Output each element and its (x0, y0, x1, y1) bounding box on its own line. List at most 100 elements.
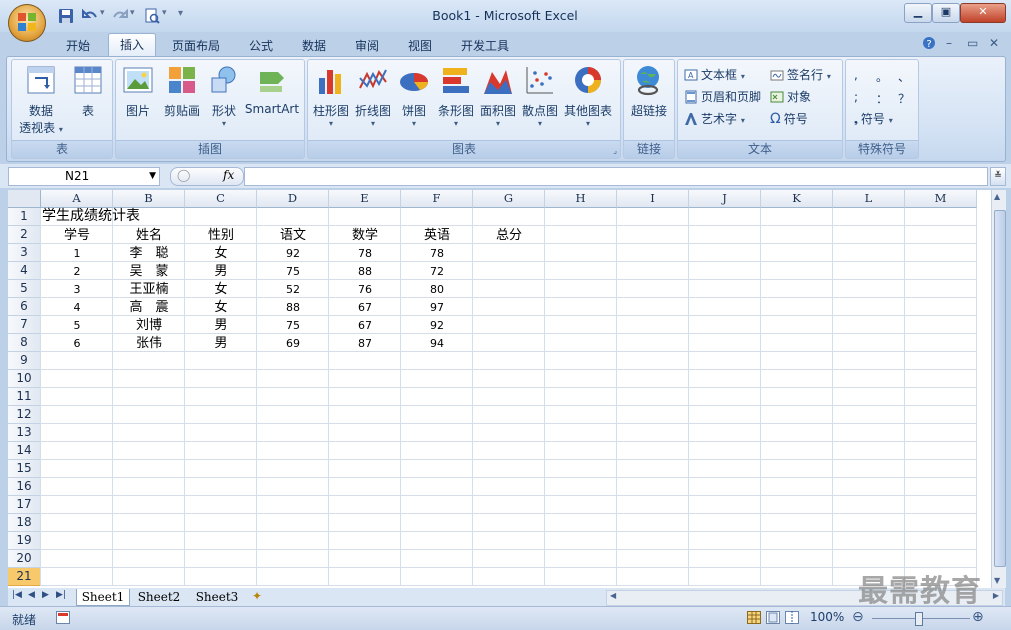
chinese-score-cell[interactable]: 69 (257, 335, 329, 352)
column-header[interactable]: L (833, 190, 905, 208)
customize-qat-icon[interactable]: ▾ (178, 8, 183, 19)
id-cell[interactable]: 3 (41, 281, 113, 298)
english-score-cell[interactable]: 72 (401, 263, 473, 280)
special-symbol-button[interactable]: ❟ 符号 ▾ (854, 110, 893, 127)
redo-icon[interactable] (112, 8, 128, 24)
line-chart-button[interactable]: 折线图 ▾ (354, 64, 392, 128)
id-cell[interactable]: 1 (41, 245, 113, 262)
column-header[interactable]: D (257, 190, 329, 208)
last-sheet-icon[interactable]: ▶| (56, 590, 66, 600)
restore-button[interactable]: ▣ (932, 3, 960, 23)
id-cell[interactable]: 4 (41, 299, 113, 316)
chinese-score-cell[interactable]: 88 (257, 299, 329, 316)
charts-dialog-launcher-icon[interactable]: ⌟ (613, 146, 617, 155)
column-header[interactable]: I (617, 190, 689, 208)
chinese-score-cell[interactable]: 75 (257, 317, 329, 334)
english-score-cell[interactable]: 92 (401, 317, 473, 334)
minimize-button[interactable]: ▁ (904, 3, 932, 23)
clipart-button[interactable]: 剪贴画 (160, 64, 204, 119)
symbol-question[interactable]: ？ (898, 90, 910, 107)
smartart-button[interactable]: SmartArt (244, 64, 300, 116)
math-score-cell[interactable]: 78 (329, 245, 401, 262)
math-score-cell[interactable]: 67 (329, 299, 401, 316)
hyperlink-button[interactable]: 超链接 (626, 64, 672, 119)
textbox-button[interactable]: A 文本框 ▾ (684, 66, 745, 83)
area-chart-button[interactable]: 面积图 ▾ (478, 64, 518, 128)
header-footer-button[interactable]: 页眉和页脚 (684, 88, 761, 105)
row-header[interactable]: 10 (8, 370, 41, 388)
name-cell[interactable]: 张伟 (113, 335, 185, 352)
zoom-level[interactable]: 100% (810, 610, 844, 624)
row-header[interactable]: 20 (8, 550, 41, 568)
save-icon[interactable] (58, 8, 74, 24)
math-score-cell[interactable]: 87 (329, 335, 401, 352)
id-cell[interactable]: 6 (41, 335, 113, 352)
bar-chart-button[interactable]: 条形图 ▾ (436, 64, 476, 128)
picture-button[interactable]: 图片 (120, 64, 156, 119)
name-box[interactable]: N21 ▼ (8, 167, 160, 186)
column-chart-button[interactable]: 柱形图 ▾ (312, 64, 350, 128)
row-header[interactable]: 12 (8, 406, 41, 424)
scroll-right-icon[interactable]: ▶ (993, 591, 999, 600)
help-icon[interactable]: ? (922, 36, 936, 53)
sheet-title-cell[interactable]: 学生成绩统计表 (42, 208, 140, 225)
page-break-view-icon[interactable] (785, 611, 799, 627)
header-cell-gender[interactable]: 性别 (185, 227, 257, 244)
gender-cell[interactable]: 女 (185, 245, 257, 262)
tab-home[interactable]: 开始 (56, 36, 100, 56)
id-cell[interactable]: 5 (41, 317, 113, 334)
pie-chart-button[interactable]: 饼图 ▾ (396, 64, 432, 128)
row-header[interactable]: 3 (8, 244, 41, 262)
other-charts-button[interactable]: 其他图表 ▾ (562, 64, 614, 128)
english-score-cell[interactable]: 78 (401, 245, 473, 262)
column-header[interactable]: H (545, 190, 617, 208)
symbol-semicolon[interactable]: ; (854, 90, 858, 104)
row-header[interactable]: 2 (8, 226, 41, 244)
prev-sheet-icon[interactable]: ◀ (28, 590, 35, 600)
vertical-scroll-thumb[interactable] (994, 210, 1006, 567)
header-cell-math[interactable]: 数学 (329, 227, 401, 244)
header-cell-chinese[interactable]: 语文 (257, 227, 329, 244)
row-header[interactable]: 17 (8, 496, 41, 514)
table-button[interactable]: 表 (68, 64, 108, 119)
header-cell-english[interactable]: 英语 (401, 227, 473, 244)
row-header[interactable]: 5 (8, 280, 41, 298)
tab-data[interactable]: 数据 (291, 36, 337, 56)
shapes-button[interactable]: 形状 ▾ (206, 64, 242, 128)
row-header[interactable]: 8 (8, 334, 41, 352)
row-header[interactable]: 1 (8, 208, 41, 226)
zoom-out-icon[interactable]: ⊖ (852, 609, 864, 625)
id-cell[interactable]: 2 (41, 263, 113, 280)
signature-line-button[interactable]: 签名行 ▾ (770, 66, 831, 83)
worksheet-grid[interactable]: ABCDEFGHIJKLM 1 2 3 4 5 6 7 8 9 10 11 12 13 14 15 16 17 1… (8, 190, 991, 588)
row-header[interactable]: 21 (8, 568, 41, 586)
row-header[interactable]: 14 (8, 442, 41, 460)
row-header[interactable]: 11 (8, 388, 41, 406)
tab-formulas[interactable]: 公式 (238, 36, 284, 56)
name-cell[interactable]: 高 震 (113, 299, 185, 316)
page-layout-view-icon[interactable] (766, 611, 780, 627)
symbol-colon[interactable]: ： (876, 90, 888, 107)
english-score-cell[interactable]: 80 (401, 281, 473, 298)
column-header[interactable]: B (113, 190, 185, 208)
name-cell[interactable]: 吴 蒙 (113, 263, 185, 280)
scroll-down-icon[interactable]: ▼ (994, 576, 1000, 585)
column-header[interactable]: K (761, 190, 833, 208)
tab-developer[interactable]: 开发工具 (450, 36, 520, 56)
gender-cell[interactable]: 男 (185, 263, 257, 280)
symbol-enum-comma[interactable]: 、 (898, 68, 910, 85)
zoom-in-icon[interactable]: ⊕ (972, 609, 984, 625)
row-header[interactable]: 19 (8, 532, 41, 550)
math-score-cell[interactable]: 88 (329, 263, 401, 280)
english-score-cell[interactable]: 97 (401, 299, 473, 316)
ribbon-minimize-icon[interactable]: – (946, 36, 952, 50)
row-header[interactable]: 7 (8, 316, 41, 334)
gender-cell[interactable]: 女 (185, 281, 257, 298)
column-header[interactable]: E (329, 190, 401, 208)
insert-sheet-icon[interactable]: ✦ (252, 589, 262, 603)
formula-input[interactable] (244, 167, 988, 186)
sheet-tab-1[interactable]: Sheet1 (76, 589, 130, 606)
tab-page-layout[interactable]: 页面布局 (162, 36, 230, 56)
column-header[interactable]: F (401, 190, 473, 208)
scroll-up-icon[interactable]: ▲ (994, 192, 1000, 201)
